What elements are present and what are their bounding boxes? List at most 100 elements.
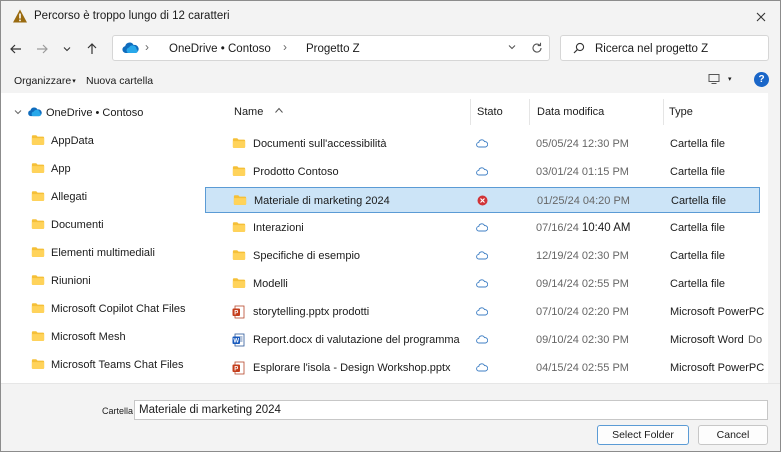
select-folder-button[interactable]: Select Folder xyxy=(597,425,689,445)
close-button[interactable] xyxy=(749,5,773,29)
command-bar: Organizzare▾ Nuova cartella ▾ ? xyxy=(1,67,780,93)
file-row[interactable]: Pstorytelling.pptx prodotti 07/10/24 02:2… xyxy=(205,299,764,325)
file-type: Cartella file xyxy=(670,278,726,290)
column-name-label: Name xyxy=(234,106,264,118)
recent-locations-button[interactable] xyxy=(57,39,77,59)
tree-item-label: Allegati xyxy=(51,191,88,203)
file-row[interactable]: W Report.docx di valutazione del programm… xyxy=(205,327,762,353)
column-header-name[interactable]: Name xyxy=(234,106,284,118)
onedrive-cloud-icon xyxy=(121,42,139,57)
title-bar: Percorso è troppo lungo di 12 caratteri xyxy=(1,1,780,33)
tree-item-folder[interactable]: Elementi multimediali xyxy=(31,242,155,264)
column-divider[interactable] xyxy=(470,99,471,125)
tree-item-folder[interactable]: Documenti xyxy=(31,214,104,236)
folder-icon xyxy=(232,249,246,264)
tree-root-label: OneDrive • Contoso xyxy=(46,107,144,119)
file-row[interactable]: P Esplorare l'isola - Design Workshop.ppt… xyxy=(205,355,764,381)
file-name: storytelling.pptx prodotti xyxy=(253,306,370,318)
arrow-up-icon xyxy=(87,43,97,54)
help-button[interactable]: ? xyxy=(754,72,769,87)
date-modified: 03/01/24 01:15 PM xyxy=(536,166,629,178)
folder-icon xyxy=(31,274,45,289)
file-type: Cartella file xyxy=(670,222,726,234)
date-modified: 12/19/24 02:30 PM xyxy=(536,250,629,262)
date-modified: 07/10/24 02:20 PM xyxy=(536,306,629,318)
folder-name-input[interactable] xyxy=(134,400,768,420)
view-options-button[interactable] xyxy=(707,73,721,88)
tree-root-onedrive[interactable]: OneDrive • Contoso xyxy=(13,103,143,123)
arrow-right-icon xyxy=(37,44,48,54)
file-name: Materiale di marketing 2024 xyxy=(254,195,390,207)
search-icon xyxy=(573,42,585,57)
breadcrumb-current-folder[interactable]: Progetto Z xyxy=(306,43,360,55)
folder-icon xyxy=(31,134,45,149)
chevron-down-icon xyxy=(508,45,516,50)
organize-menu-button[interactable]: Organizzare▾ xyxy=(14,75,76,87)
forward-button[interactable] xyxy=(32,39,52,59)
date-text: 12/19/24 02:30 PM xyxy=(536,250,629,262)
folder-icon xyxy=(232,221,246,236)
file-type: Cartella file xyxy=(670,250,726,262)
file-type: Cartella file xyxy=(671,195,727,207)
file-row[interactable]: Specifiche di esempio 12/19/24 02:30 PM Ca… xyxy=(205,243,760,269)
folder-icon xyxy=(31,190,45,205)
column-divider[interactable] xyxy=(663,99,664,125)
tree-item-folder[interactable]: Microsoft Copilot Chat Files xyxy=(31,298,186,320)
tree-item-folder[interactable]: Microsoft Teams Chat Files xyxy=(31,354,183,376)
file-type: Cartella file xyxy=(670,138,726,150)
column-header-row: Name Stato Data modifica Type xyxy=(200,93,768,131)
file-row[interactable]: Interazioni 07/16/24 10:40 AM Cartella fil… xyxy=(205,215,760,241)
file-name: Specifiche di esempio xyxy=(253,250,361,262)
powerpoint-file-icon: P xyxy=(232,361,245,378)
file-name: Modelli xyxy=(253,278,288,290)
column-header-date[interactable]: Data modifica xyxy=(537,106,604,118)
cloud-status-icon xyxy=(476,139,489,151)
address-dropdown-button[interactable] xyxy=(507,42,517,55)
folder-icon xyxy=(31,302,45,317)
tree-item-folder[interactable]: AppData xyxy=(31,130,94,152)
cloud-status-icon xyxy=(476,307,489,319)
file-row[interactable]: Documenti sull'accessibilità 05/05/24 12:… xyxy=(205,131,760,157)
warning-icon xyxy=(12,8,28,24)
view-caret-down-icon[interactable]: ▾ xyxy=(728,75,732,83)
date-modified: 01/25/24 04:20 PM xyxy=(537,195,630,207)
column-header-status[interactable]: Stato xyxy=(477,106,503,118)
chevron-down-icon[interactable] xyxy=(13,107,27,119)
powerpoint-file-icon: P xyxy=(232,305,245,322)
date-text: 07/10/24 02:20 PM xyxy=(536,306,629,318)
onedrive-cloud-icon xyxy=(27,106,42,120)
cloud-status-icon xyxy=(476,363,489,375)
tree-item-label: Microsoft Mesh xyxy=(51,331,126,343)
file-row[interactable]: Materiale di marketing 2024 01/25/24 04:2… xyxy=(205,187,760,213)
file-type: Microsoft PowerPC xyxy=(670,306,765,318)
file-row[interactable]: Prodotto Contoso 03/01/24 01:15 PM Cartell… xyxy=(205,159,760,185)
column-header-type[interactable]: Type xyxy=(669,106,693,118)
address-bar[interactable]: › OneDrive • Contoso › Progetto Z xyxy=(112,35,550,61)
folder-name-label: Cartella xyxy=(102,406,134,416)
folder-icon xyxy=(233,194,247,209)
file-row[interactable]: Modelli 09/14/24 02:55 PM Cartella file xyxy=(205,271,760,297)
refresh-button[interactable] xyxy=(531,42,543,57)
tree-item-label: Riunioni xyxy=(51,275,91,287)
select-folder-dialog: Percorso è troppo lungo di 12 caratteri … xyxy=(0,0,781,452)
back-button[interactable] xyxy=(6,39,26,59)
cancel-button[interactable]: Cancel xyxy=(698,425,768,445)
date-text: 05/05/24 12:30 PM xyxy=(536,138,629,150)
breadcrumb-onedrive[interactable]: OneDrive • Contoso xyxy=(169,43,271,55)
file-name: Interazioni xyxy=(253,222,304,234)
tree-item-folder[interactable]: App xyxy=(31,158,71,180)
tree-item-label: Microsoft Copilot Chat Files xyxy=(51,303,186,315)
tree-item-folder[interactable]: Allegati xyxy=(31,186,87,208)
tree-item-folder[interactable]: Microsoft Mesh xyxy=(31,326,126,348)
column-divider[interactable] xyxy=(529,99,530,125)
close-icon xyxy=(756,12,766,22)
tree-item-folder[interactable]: Riunioni xyxy=(31,270,91,292)
search-input[interactable] xyxy=(593,40,767,58)
new-folder-button[interactable]: Nuova cartella xyxy=(86,75,153,87)
svg-text:P: P xyxy=(234,310,238,316)
bottom-panel: Cartella Select Folder Cancel xyxy=(1,383,780,451)
file-name: Esplorare l'isola - Design Workshop.pptx xyxy=(253,362,451,374)
date-modified: 09/14/24 02:55 PM xyxy=(536,278,629,290)
up-button[interactable] xyxy=(82,39,102,59)
word-file-icon: W xyxy=(232,333,245,350)
